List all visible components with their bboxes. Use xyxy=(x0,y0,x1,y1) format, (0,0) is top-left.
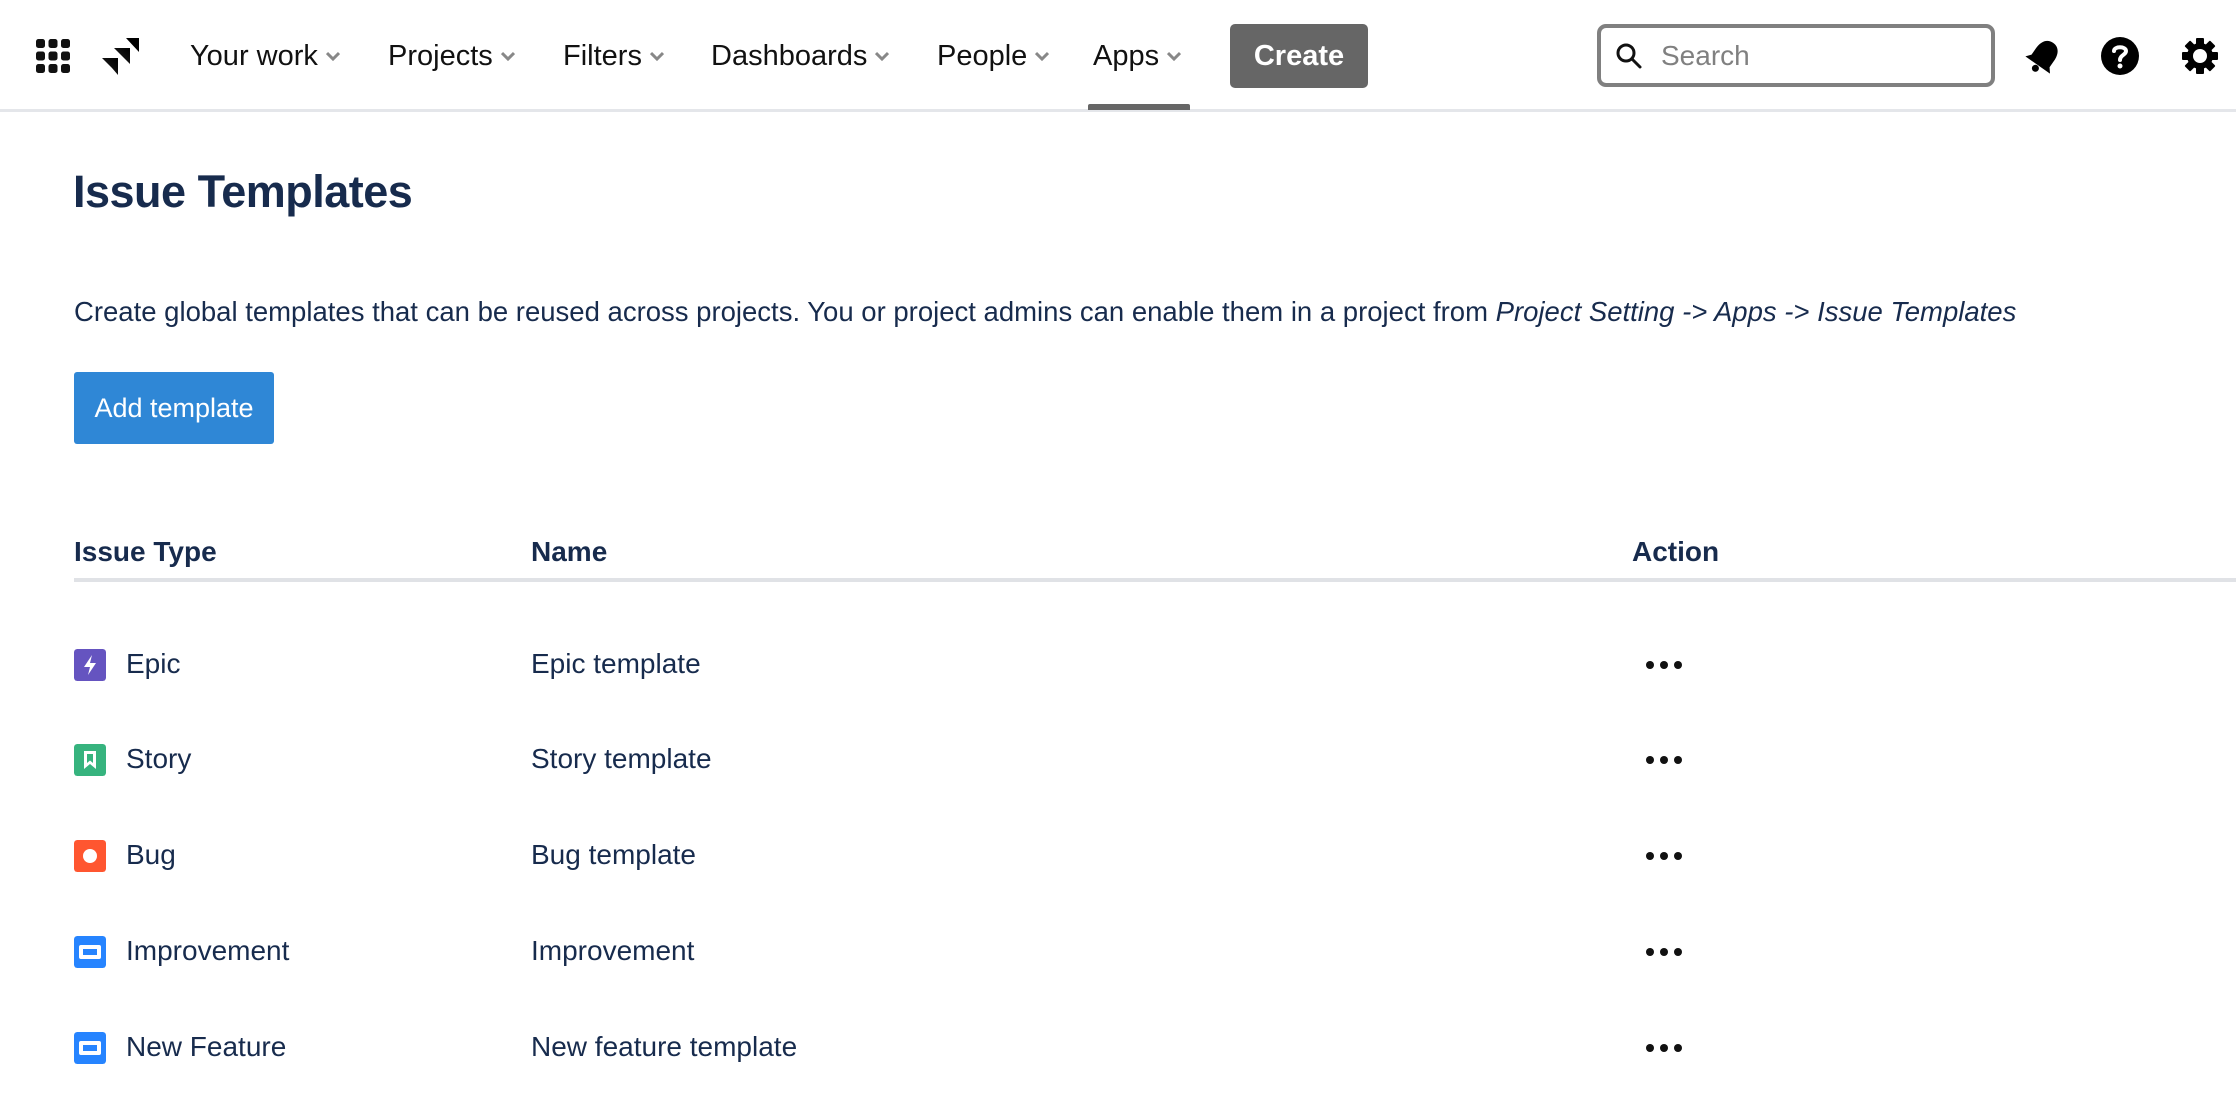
dot-icon xyxy=(1660,1044,1668,1052)
new-feature-icon xyxy=(74,1032,106,1064)
template-name[interactable]: Improvement xyxy=(531,935,694,967)
chevron-down-icon xyxy=(649,51,664,61)
more-actions-button[interactable] xyxy=(1634,645,1694,685)
search-box[interactable] xyxy=(1597,24,1995,87)
table-row: Story Story template xyxy=(74,730,2236,790)
issue-type-label: Bug xyxy=(126,839,176,870)
template-name[interactable]: Epic template xyxy=(531,648,701,680)
active-nav-indicator xyxy=(1088,104,1190,110)
top-navigation-bar: Your work Projects Filters Dashboards Pe… xyxy=(0,0,2236,112)
chevron-down-icon xyxy=(1035,51,1050,61)
dot-icon xyxy=(1660,661,1668,669)
settings-gear-icon[interactable] xyxy=(2180,36,2220,76)
dot-icon xyxy=(1660,852,1668,860)
nav-dashboards-label: Dashboards xyxy=(711,39,868,72)
improvement-icon xyxy=(74,936,106,968)
create-button[interactable]: Create xyxy=(1230,24,1368,88)
dot-icon xyxy=(1646,1044,1654,1052)
nav-your-work[interactable]: Your work xyxy=(190,34,340,78)
dot-icon xyxy=(1646,852,1654,860)
nav-filters[interactable]: Filters xyxy=(563,34,664,78)
epic-icon xyxy=(74,649,106,681)
nav-filters-label: Filters xyxy=(563,39,642,72)
dot-icon xyxy=(1646,756,1654,764)
dot-icon xyxy=(1674,948,1682,956)
column-header-name[interactable]: Name xyxy=(531,536,607,568)
dot-icon xyxy=(1674,1044,1682,1052)
column-header-issue-type[interactable]: Issue Type xyxy=(74,536,217,568)
bug-icon xyxy=(74,840,106,872)
dot-icon xyxy=(1674,661,1682,669)
nav-apps[interactable]: Apps xyxy=(1093,34,1182,78)
jira-logo-icon[interactable] xyxy=(100,38,140,76)
description-settings-path: Project Setting -> Apps -> Issue Templat… xyxy=(1495,296,2017,327)
page-description: Create global templates that can be reus… xyxy=(74,296,2016,328)
issue-type-label: Story xyxy=(126,743,192,774)
template-name[interactable]: Story template xyxy=(531,743,712,775)
more-actions-button[interactable] xyxy=(1634,836,1694,876)
more-actions-button[interactable] xyxy=(1634,932,1694,972)
dot-icon xyxy=(1646,661,1654,669)
chevron-down-icon xyxy=(1167,51,1182,61)
notifications-bell-icon[interactable] xyxy=(2024,36,2064,76)
search-input[interactable] xyxy=(1661,39,1961,72)
dot-icon xyxy=(1660,756,1668,764)
search-icon xyxy=(1616,43,1642,68)
column-header-action: Action xyxy=(1632,536,1720,567)
dot-icon xyxy=(1674,756,1682,764)
dot-icon xyxy=(1646,948,1654,956)
more-actions-button[interactable] xyxy=(1634,1028,1694,1068)
nav-dashboards[interactable]: Dashboards xyxy=(711,34,890,78)
template-name[interactable]: New feature template xyxy=(531,1031,797,1063)
issue-type-label: Improvement xyxy=(126,935,290,966)
table-row: Bug Bug template xyxy=(74,826,2236,886)
chevron-down-icon xyxy=(325,51,340,61)
chevron-down-icon xyxy=(875,51,890,61)
nav-apps-label: Apps xyxy=(1093,39,1160,72)
table-row: Epic Epic template xyxy=(74,635,2236,695)
template-name[interactable]: Bug template xyxy=(531,839,696,871)
dot-icon xyxy=(1660,948,1668,956)
nav-projects[interactable]: Projects xyxy=(388,34,515,78)
more-actions-button[interactable] xyxy=(1634,740,1694,780)
table-header: Issue Type Name Action xyxy=(74,532,2236,582)
dot-icon xyxy=(1674,852,1682,860)
nav-projects-label: Projects xyxy=(388,39,493,72)
description-text: Create global templates that can be reus… xyxy=(74,296,1496,327)
chevron-down-icon xyxy=(500,51,515,61)
app-switcher-grid-icon[interactable] xyxy=(36,39,70,73)
story-icon xyxy=(74,744,106,776)
nav-people-label: People xyxy=(937,39,1028,72)
nav-your-work-label: Your work xyxy=(190,39,318,72)
table-row: Improvement Improvement xyxy=(74,922,2236,982)
table-row: New Feature New feature template xyxy=(74,1018,2236,1078)
nav-people[interactable]: People xyxy=(937,34,1050,78)
page-title: Issue Templates xyxy=(73,166,413,217)
help-icon[interactable] xyxy=(2100,36,2140,76)
add-template-button[interactable]: Add template xyxy=(74,372,274,444)
issue-type-label: New Feature xyxy=(126,1031,287,1062)
issue-type-label: Epic xyxy=(126,648,181,679)
